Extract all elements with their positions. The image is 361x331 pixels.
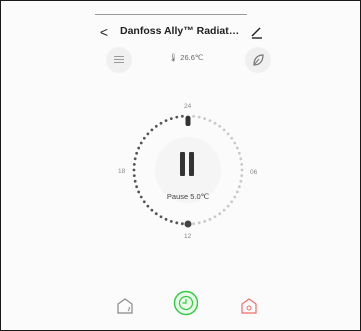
pause-icon[interactable] xyxy=(178,152,196,176)
dial-dot xyxy=(180,114,184,118)
dial-dot xyxy=(237,151,241,155)
dial-dot xyxy=(169,219,173,223)
dial-dot xyxy=(146,132,150,136)
dial-dot xyxy=(137,190,141,194)
menu-button[interactable] xyxy=(106,47,132,73)
dial-dot xyxy=(235,190,239,194)
dial-dot xyxy=(239,157,243,161)
device-title: Danfoss Ally™ Radiator The... xyxy=(120,25,240,37)
dial-dot xyxy=(230,200,234,204)
dial-dot xyxy=(159,121,163,125)
dial-dot xyxy=(137,146,141,150)
dial-dot xyxy=(146,204,150,208)
dial-dot xyxy=(154,124,158,128)
house-away-icon[interactable] xyxy=(112,293,138,319)
dial-dot xyxy=(150,128,154,132)
dial-dot xyxy=(233,141,237,145)
tick-label-24: 24 xyxy=(184,103,192,110)
dial-dot xyxy=(164,217,168,221)
leaf-icon xyxy=(253,54,264,66)
dial-dot xyxy=(132,174,136,178)
dial-handle[interactable] xyxy=(184,220,192,228)
dial-dot xyxy=(230,136,234,140)
dial-dot xyxy=(192,114,196,118)
top-divider xyxy=(95,14,247,15)
tick-label-06: 06 xyxy=(250,169,258,176)
dial-dot xyxy=(226,132,230,136)
dial-dot xyxy=(164,119,168,123)
dial-dot xyxy=(180,222,184,226)
dial-dot xyxy=(150,208,154,212)
dial-dot xyxy=(240,162,244,166)
dial-dot xyxy=(208,217,212,221)
dial-dot xyxy=(218,212,222,216)
dial-dot xyxy=(159,215,163,219)
dial-top-marker xyxy=(185,116,191,126)
edit-pencil-icon[interactable] xyxy=(249,24,265,40)
dial-dot xyxy=(233,195,237,199)
dial-dot xyxy=(208,119,212,123)
dial-dot xyxy=(135,185,139,189)
dial-dot xyxy=(237,185,241,189)
dial-dot xyxy=(139,141,143,145)
top-bar: < Danfoss Ally™ Radiator The... xyxy=(95,22,265,42)
current-temperature: 🌡 26.6℃ xyxy=(168,53,204,62)
dial-dot xyxy=(235,146,239,150)
thermometer-icon: 🌡 xyxy=(168,53,179,62)
dial-dot xyxy=(139,195,143,199)
dial-dot xyxy=(192,222,196,226)
dial-dot xyxy=(226,204,230,208)
dial-dot xyxy=(175,115,179,119)
hamburger-menu-icon xyxy=(114,56,124,57)
schedule-clock-icon[interactable] xyxy=(173,290,199,316)
dial-dot xyxy=(142,136,146,140)
dial-dot xyxy=(213,215,217,219)
dial-dot xyxy=(133,157,137,161)
dial-dot xyxy=(222,208,226,212)
dial-dot xyxy=(203,219,207,223)
mode-status: Pause 5.0℃ xyxy=(166,192,210,201)
dial-dot xyxy=(239,179,243,183)
dial-dot xyxy=(135,151,139,155)
dial-dot xyxy=(154,212,158,216)
dial-dot xyxy=(240,174,244,178)
dial-dot xyxy=(132,162,136,166)
dial-dot xyxy=(218,124,222,128)
dial-dot xyxy=(213,121,217,125)
dial-dot xyxy=(169,117,173,121)
dial-dot xyxy=(142,200,146,204)
dial-dot xyxy=(132,168,136,172)
dial-dot xyxy=(240,168,244,172)
dial-dot xyxy=(175,221,179,225)
dial-dot xyxy=(222,128,226,132)
house-alert-icon[interactable] xyxy=(236,293,262,319)
tick-label-18: 18 xyxy=(118,168,126,175)
tick-label-12: 12 xyxy=(184,233,192,240)
dial-dot xyxy=(133,179,137,183)
back-button[interactable]: < xyxy=(95,22,113,42)
dial-dot xyxy=(197,221,201,225)
dial-dot xyxy=(203,117,207,121)
eco-button[interactable] xyxy=(245,47,271,73)
dial-dot xyxy=(197,115,201,119)
